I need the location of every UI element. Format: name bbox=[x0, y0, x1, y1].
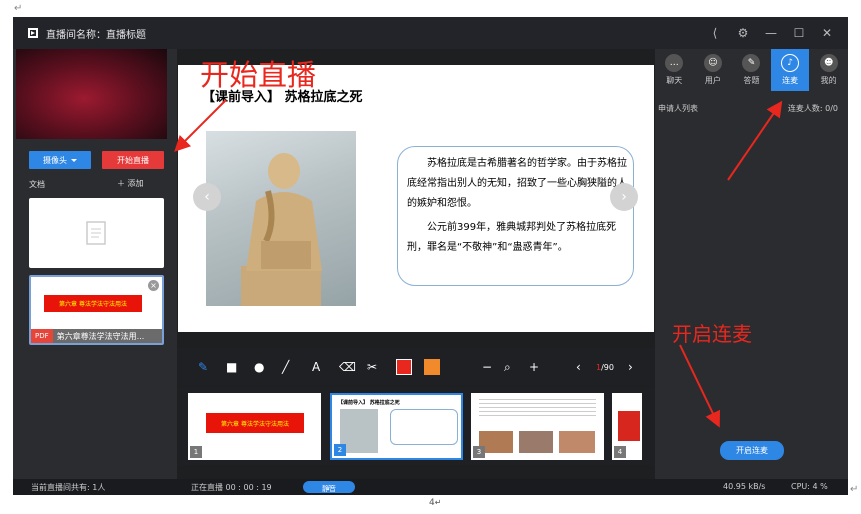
arrow-to-connect-button bbox=[679, 344, 721, 428]
paragraph-mark-icon: ↵ bbox=[434, 498, 442, 507]
arrow-to-connect-tab bbox=[727, 100, 783, 181]
annotation-arrows bbox=[174, 99, 783, 428]
arrow-to-start-live bbox=[174, 99, 227, 152]
page-number: 4↵ bbox=[429, 498, 441, 508]
